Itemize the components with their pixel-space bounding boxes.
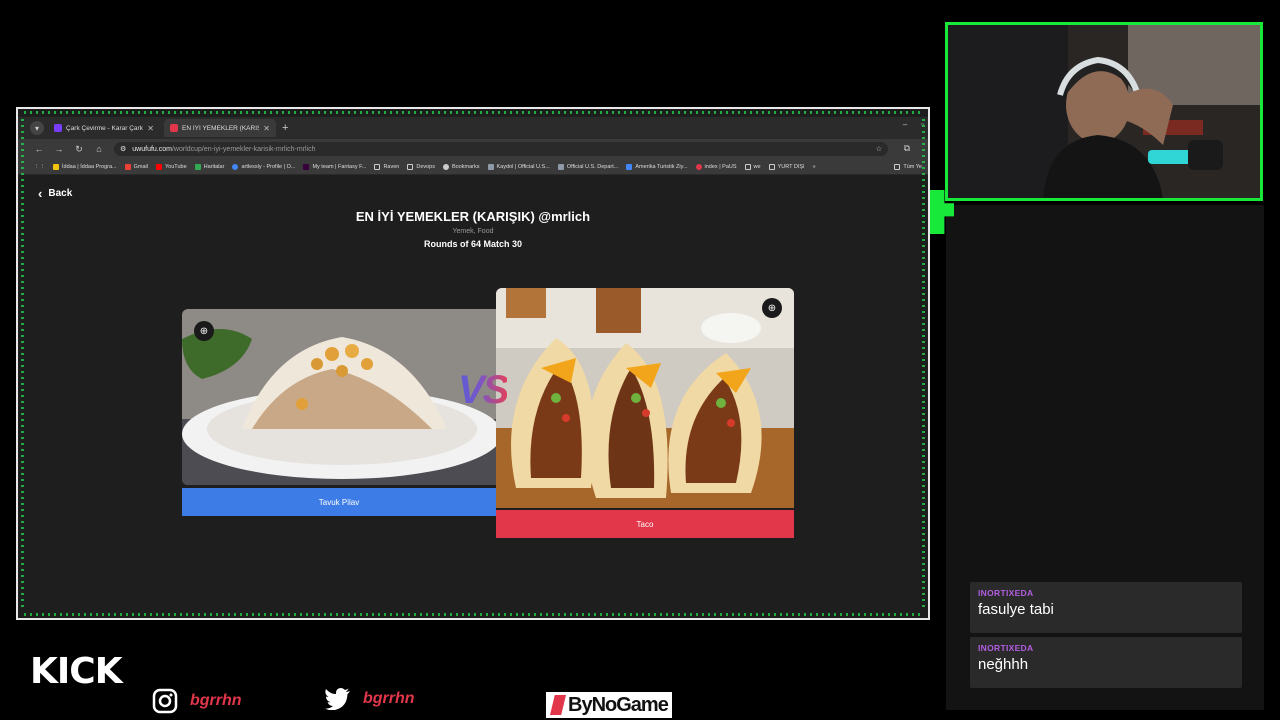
chevron-left-icon: ‹ — [38, 186, 43, 201]
bookmark-item[interactable]: YouTube — [156, 163, 187, 170]
bookmark-item[interactable]: Official U.S. Depart... — [557, 163, 618, 170]
bookmark-folder[interactable]: YURT DIŞI — [768, 163, 805, 170]
page-subtitle: Yemek, Food — [452, 228, 494, 235]
window-controls: – ▫ — [903, 120, 924, 129]
tavuk-pilav-image[interactable]: ⊕ — [182, 309, 496, 485]
webcam-feed — [948, 25, 1260, 198]
sponsor-name: ByNoGame — [568, 693, 669, 716]
forward-arrow-icon[interactable]: → — [54, 144, 64, 154]
tab-title: EN İYİ YEMEKLER (KARIŞIK) @m — [182, 124, 259, 132]
instagram-username: bgrrhn — [190, 692, 242, 709]
url-path: /worldcup/en-iyi-yemekler-karisik-mrlich… — [171, 145, 316, 153]
extensions-icon[interactable]: ⧉ — [904, 143, 910, 154]
tab-favicon-icon — [54, 124, 62, 132]
bookmark-folder[interactable]: we — [744, 163, 761, 170]
tavuk-pilav-photo — [182, 309, 496, 485]
close-tab-icon[interactable]: ✕ — [147, 124, 154, 133]
bookmarks-more-icon[interactable]: » — [813, 164, 816, 170]
tab-uwufufu[interactable]: EN İYİ YEMEKLER (KARIŞIK) @m ✕ — [164, 119, 276, 137]
bookmark-item[interactable]: My team | Fantasy F... — [303, 163, 366, 170]
webcam-frame — [945, 22, 1263, 201]
bookmark-item[interactable]: Kaydol | Official U.S... — [487, 163, 550, 170]
new-tab-icon[interactable]: + — [282, 122, 288, 134]
zoom-icon[interactable]: ⊕ — [762, 298, 782, 318]
back-arrow-icon[interactable]: ← — [34, 144, 44, 154]
close-tab-icon[interactable]: ✕ — [263, 124, 270, 133]
side-panel — [946, 205, 1264, 710]
all-bookmarks-folder[interactable]: Tüm Ye — [894, 163, 922, 170]
kick-logo: KICK — [30, 651, 123, 692]
twitter-handle: bgrrhn — [325, 688, 415, 710]
back-label: Back — [48, 188, 73, 199]
bookmark-item[interactable]: index | PaUS — [695, 163, 737, 170]
chat-text: fasulye tabi — [978, 601, 1054, 618]
tab-title: Çark Çevirme - Karar Çarkı! — [66, 124, 144, 132]
twitter-icon — [325, 688, 350, 710]
zoom-icon[interactable]: ⊕ — [194, 321, 214, 341]
stream-layout: ▾ Çark Çevirme - Karar Çarkı! ✕ EN İYİ Y… — [0, 0, 1280, 720]
bookmark-folder[interactable]: Raven — [374, 163, 399, 170]
address-bar: ← → ↻ ⌂ ⚙ uwufufu.com/worldcup/en-iyi-ye… — [18, 139, 928, 159]
chat-text: neğhhh — [978, 656, 1029, 673]
bookmark-item[interactable]: Bookmarks — [443, 163, 480, 170]
twitter-username: bgrrhn — [363, 690, 415, 707]
page-title: EN İYİ YEMEKLER (KARIŞIK) @mrlich — [355, 209, 591, 224]
bookmarks-bar: ⋮⋮ İddaa | İddaa Progra... Gmail YouTube… — [18, 159, 928, 175]
tab-favicon-icon — [170, 124, 178, 132]
vs-label: VS — [458, 368, 509, 412]
bookmark-item[interactable]: artlessly - Profile | O... — [232, 163, 295, 170]
chat-message: INORTIXEDA fasulye tabi — [970, 582, 1242, 633]
site-info-icon[interactable]: ⚙ — [120, 145, 126, 153]
rounds-label: Rounds of 64 Match 30 — [423, 239, 522, 249]
instagram-icon — [152, 688, 178, 714]
chat-username: INORTIXEDA — [978, 643, 1034, 653]
bookmark-star-icon[interactable]: ☆ — [876, 145, 882, 153]
bookmark-item[interactable]: Haritalar — [194, 163, 224, 170]
taco-image[interactable]: ⊕ — [496, 288, 794, 508]
tavuk-pilav-button[interactable]: Tavuk Pilav — [182, 488, 496, 516]
bookmark-folder[interactable]: Devops — [407, 163, 435, 170]
bynogame-mark-icon — [550, 695, 566, 715]
back-button[interactable]: ‹ Back — [38, 186, 72, 201]
chat-username: INORTIXEDA — [978, 588, 1034, 598]
home-icon[interactable]: ⌂ — [94, 144, 104, 154]
taco-button[interactable]: Taco — [496, 510, 794, 538]
tab-cark[interactable]: Çark Çevirme - Karar Çarkı! ✕ — [48, 119, 160, 137]
uwufufu-page: ‹ Back EN İYİ YEMEKLER (KARIŞIK) @mrlich… — [18, 176, 928, 618]
browser-window: ▾ Çark Çevirme - Karar Çarkı! ✕ EN İYİ Y… — [16, 107, 930, 620]
url-input[interactable]: ⚙ uwufufu.com/worldcup/en-iyi-yemekler-k… — [114, 142, 888, 156]
tab-search-icon[interactable]: ▾ — [30, 121, 44, 135]
bynogame-logo: ByNoGame — [546, 692, 672, 718]
reload-icon[interactable]: ↻ — [74, 144, 84, 155]
minimize-icon[interactable]: – — [903, 120, 907, 129]
tab-bar: ▾ Çark Çevirme - Karar Çarkı! ✕ EN İYİ Y… — [18, 117, 928, 139]
bookmark-item[interactable]: Gmail — [124, 163, 148, 170]
instagram-handle: bgrrhn — [152, 688, 242, 714]
chat-message: INORTIXEDA neğhhh — [970, 637, 1242, 688]
bookmark-item[interactable]: İddaa | İddaa Progra... — [53, 163, 117, 170]
taco-photo — [496, 288, 794, 508]
apps-grid-icon[interactable]: ⋮⋮ — [34, 164, 45, 170]
url-domain: uwufufu.com — [132, 145, 172, 153]
bookmark-item[interactable]: Amerika Turistik Ziy... — [626, 163, 688, 170]
